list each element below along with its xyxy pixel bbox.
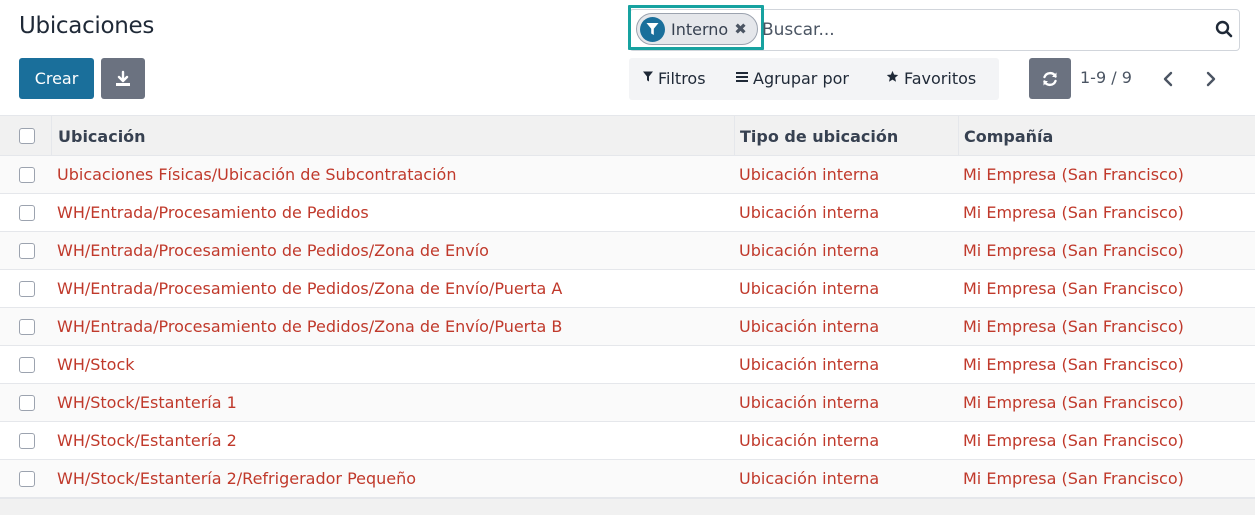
table-row[interactable]: WH/Stock/Estantería 2/Refrigerador Peque… <box>0 460 1255 498</box>
row-checkbox[interactable] <box>19 471 35 487</box>
cell-ubicacion: Ubicaciones Físicas/Ubicación de Subcont… <box>57 165 457 184</box>
create-button[interactable]: Crear <box>19 58 94 99</box>
table-row[interactable]: WH/Entrada/Procesamiento de Pedidos/Zona… <box>0 270 1255 308</box>
column-separator <box>734 116 735 156</box>
column-header-tipo[interactable]: Tipo de ubicación <box>740 116 898 156</box>
table-footer <box>0 498 1255 515</box>
cell-compania: Mi Empresa (San Francisco) <box>963 317 1184 336</box>
cell-ubicacion: WH/Stock/Estantería 2/Refrigerador Peque… <box>57 469 417 488</box>
filters-label: Filtros <box>658 69 706 88</box>
cell-tipo: Ubicación interna <box>739 469 880 488</box>
column-separator <box>51 116 52 156</box>
group-by-dropdown[interactable]: Agrupar por <box>736 69 849 88</box>
cell-compania: Mi Empresa (San Francisco) <box>963 241 1184 260</box>
pager-previous-button[interactable] <box>1157 66 1179 92</box>
cell-compania: Mi Empresa (San Francisco) <box>963 431 1184 450</box>
cell-compania: Mi Empresa (San Francisco) <box>963 279 1184 298</box>
row-checkbox[interactable] <box>19 433 35 449</box>
page-title: Ubicaciones <box>19 13 155 39</box>
table-row[interactable]: WH/Stock/Estantería 2 Ubicación interna … <box>0 422 1255 460</box>
row-checkbox[interactable] <box>19 319 35 335</box>
cell-ubicacion: WH/Entrada/Procesamiento de Pedidos/Zona… <box>57 317 563 336</box>
funnel-icon <box>640 16 665 42</box>
cell-compania: Mi Empresa (San Francisco) <box>963 469 1184 488</box>
cell-ubicacion: WH/Stock <box>57 355 135 374</box>
row-checkbox[interactable] <box>19 395 35 411</box>
search-facet[interactable]: Interno ✖ <box>636 13 758 45</box>
cell-ubicacion: WH/Entrada/Procesamiento de Pedidos <box>57 203 369 222</box>
bars-icon <box>736 71 748 86</box>
search-button[interactable] <box>1212 17 1236 41</box>
pager-value[interactable]: 1-9 / 9 <box>1080 68 1132 87</box>
download-icon <box>116 70 130 86</box>
cell-ubicacion: WH/Entrada/Procesamiento de Pedidos/Zona… <box>57 279 563 298</box>
filters-dropdown[interactable]: Filtros <box>643 69 706 88</box>
table-row[interactable]: WH/Stock/Estantería 1 Ubicación interna … <box>0 384 1255 422</box>
cell-tipo: Ubicación interna <box>739 279 880 298</box>
cell-tipo: Ubicación interna <box>739 165 880 184</box>
cell-ubicacion: WH/Entrada/Procesamiento de Pedidos/Zona… <box>57 241 489 260</box>
cell-tipo: Ubicación interna <box>739 393 880 412</box>
cell-compania: Mi Empresa (San Francisco) <box>963 165 1184 184</box>
favorites-label: Favoritos <box>904 69 977 88</box>
cell-tipo: Ubicación interna <box>739 431 880 450</box>
table-header: Ubicación Tipo de ubicación Compañía <box>0 115 1255 156</box>
column-header-ubicacion[interactable]: Ubicación <box>58 116 146 156</box>
cell-tipo: Ubicación interna <box>739 241 880 260</box>
group-by-label: Agrupar por <box>753 69 849 88</box>
row-checkbox[interactable] <box>19 243 35 259</box>
facet-label: Interno <box>671 19 729 39</box>
chevron-right-icon <box>1206 71 1216 87</box>
column-separator <box>958 116 959 156</box>
table-row[interactable]: WH/Stock Ubicación interna Mi Empresa (S… <box>0 346 1255 384</box>
cell-tipo: Ubicación interna <box>739 355 880 374</box>
table-row[interactable]: WH/Entrada/Procesamiento de Pedidos/Zona… <box>0 308 1255 346</box>
chevron-left-icon <box>1163 71 1173 87</box>
pager-next-button[interactable] <box>1200 66 1222 92</box>
cell-compania: Mi Empresa (San Francisco) <box>963 393 1184 412</box>
cell-tipo: Ubicación interna <box>739 203 880 222</box>
row-checkbox[interactable] <box>19 281 35 297</box>
locations-table: Ubicación Tipo de ubicación Compañía Ubi… <box>0 115 1255 498</box>
table-row[interactable]: Ubicaciones Físicas/Ubicación de Subcont… <box>0 156 1255 194</box>
table-row[interactable]: WH/Entrada/Procesamiento de Pedidos Ubic… <box>0 194 1255 232</box>
filter-icon <box>643 71 653 86</box>
row-checkbox[interactable] <box>19 167 35 183</box>
cell-compania: Mi Empresa (San Francisco) <box>963 355 1184 374</box>
column-header-compania[interactable]: Compañía <box>964 116 1053 156</box>
refresh-button[interactable] <box>1029 58 1071 99</box>
cell-ubicacion: WH/Stock/Estantería 2 <box>57 431 237 450</box>
select-all-checkbox[interactable] <box>19 128 35 144</box>
search-icon <box>1215 20 1233 38</box>
star-icon <box>886 70 899 87</box>
favorites-dropdown[interactable]: Favoritos <box>886 69 976 88</box>
row-checkbox[interactable] <box>19 357 35 373</box>
row-checkbox[interactable] <box>19 205 35 221</box>
search-input[interactable] <box>762 17 1202 43</box>
cell-compania: Mi Empresa (San Francisco) <box>963 203 1184 222</box>
download-button[interactable] <box>101 58 145 99</box>
facet-close-icon[interactable]: ✖ <box>734 20 747 38</box>
cell-tipo: Ubicación interna <box>739 317 880 336</box>
cell-ubicacion: WH/Stock/Estantería 1 <box>57 393 237 412</box>
table-row[interactable]: WH/Entrada/Procesamiento de Pedidos/Zona… <box>0 232 1255 270</box>
refresh-icon <box>1043 71 1057 86</box>
